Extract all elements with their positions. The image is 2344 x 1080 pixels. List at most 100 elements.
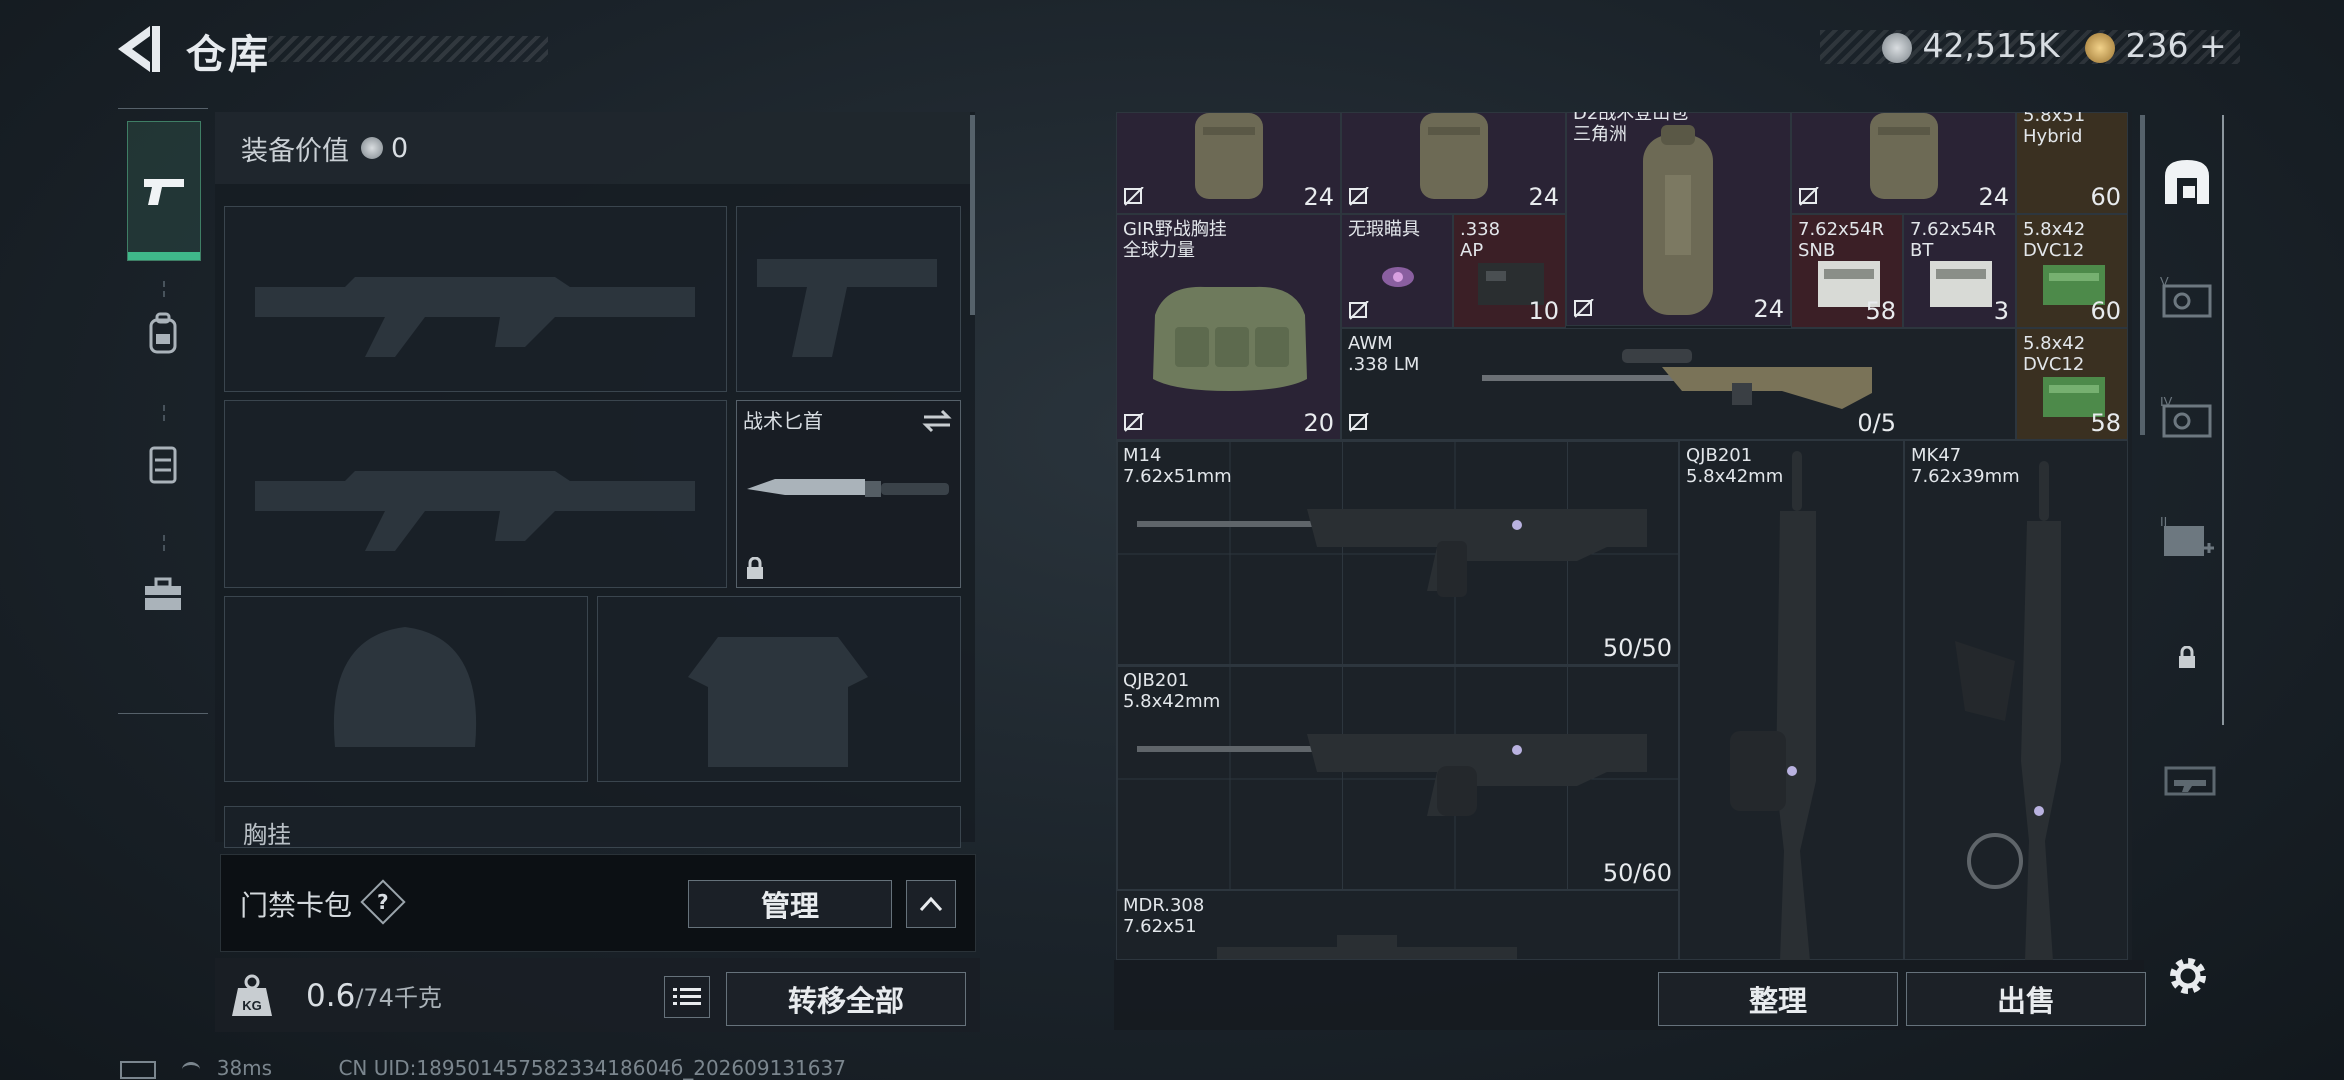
chest-rig-slot[interactable]: 胸挂 xyxy=(224,806,961,848)
primary-weapon-slot-2[interactable] xyxy=(224,400,727,588)
back-arrow-icon xyxy=(118,26,160,72)
storage-scrollbar[interactable] xyxy=(2140,115,2145,435)
carry-weight-current: 0.6 xyxy=(306,978,356,1014)
settings-button[interactable] xyxy=(2162,950,2214,1002)
backpack-item-icon xyxy=(1870,113,1938,199)
chest-rig-label: 胸挂 xyxy=(243,821,291,848)
chest-rig-icon xyxy=(149,446,177,484)
rifle-icon xyxy=(1217,935,1517,959)
rail-tab-toolbox[interactable] xyxy=(118,529,208,659)
page-title: 仓库 xyxy=(186,32,270,78)
armor-slot[interactable] xyxy=(597,596,961,782)
helmet-slot[interactable] xyxy=(224,596,588,782)
storage-item[interactable]: 7.62x54R BT 3 xyxy=(1903,214,2016,328)
primary-weapon-slot-1[interactable] xyxy=(224,206,727,392)
pistol-icon xyxy=(144,179,184,205)
lock-icon xyxy=(747,557,763,579)
item-count: 50/50 xyxy=(1602,634,1672,662)
battery-icon xyxy=(120,1060,156,1079)
storage-weapon[interactable]: M14 7.62x51mm 50/50 xyxy=(1116,440,1679,665)
storage-weapon[interactable]: MK47 7.62x39mm xyxy=(1904,440,2128,960)
storage-item[interactable]: D2战术登山包 三角洲 24 xyxy=(1566,112,1791,326)
tab-locker-iv[interactable]: IV xyxy=(2152,363,2222,473)
transfer-all-button[interactable]: 转移全部 xyxy=(726,972,966,1026)
sell-button[interactable]: 出售 xyxy=(1906,972,2146,1026)
expand-button[interactable] xyxy=(906,880,956,928)
title-stripe-decoration xyxy=(268,36,548,62)
storage-item[interactable]: 7.62x54R SNB 58 xyxy=(1791,214,1903,328)
tab-locked[interactable] xyxy=(2152,603,2222,713)
storage-item[interactable]: 5.8x42 DVC12 58 xyxy=(2016,328,2128,440)
gold-currency[interactable]: 236 + xyxy=(2085,26,2227,65)
storage-item[interactable]: 24 xyxy=(1116,112,1341,214)
large-backpack-item-icon xyxy=(1643,125,1713,315)
storage-item[interactable]: AWM .338 LM 0/5 xyxy=(1341,328,2016,440)
storage-item[interactable]: 24 xyxy=(1341,112,1566,214)
svg-text:V: V xyxy=(2160,274,2169,289)
tab-locker-ii[interactable]: II xyxy=(2152,483,2222,593)
rail-tab-backpack[interactable] xyxy=(118,269,208,399)
backpack-item-icon xyxy=(1420,113,1488,199)
storage-weapon[interactable]: QJB201 5.8x42mm 50/60 xyxy=(1116,665,1679,890)
item-count: 24 xyxy=(1753,295,1784,323)
sort-button[interactable]: 整理 xyxy=(1658,972,1898,1026)
list-view-button[interactable] xyxy=(664,976,710,1018)
storage-item[interactable]: 5.8x42 DVC12 60 xyxy=(2016,214,2128,328)
svg-text:IV: IV xyxy=(2160,394,2173,409)
manage-button[interactable]: 管理 xyxy=(688,880,892,928)
storage-weapon[interactable]: MDR.308 7.62x51 xyxy=(1116,890,1679,960)
storage-item[interactable]: 24 xyxy=(1791,112,2016,214)
toolbox-icon xyxy=(145,577,181,610)
no-transfer-icon xyxy=(1124,413,1144,432)
storage-tabs: V IV II xyxy=(2152,115,2224,725)
rifle-silhouette-icon xyxy=(255,277,695,357)
carry-weight: 0.6/74千克 xyxy=(306,978,442,1014)
equipment-value-header: 装备价值 0 xyxy=(215,112,970,184)
locker-iv-icon: IV xyxy=(2160,394,2212,438)
equipment-scrollbar[interactable] xyxy=(970,115,975,315)
pistol-silhouette-icon xyxy=(757,259,937,357)
item-count: 3 xyxy=(1993,297,2009,325)
no-transfer-icon xyxy=(1349,187,1369,206)
item-name: .338 AP xyxy=(1460,219,1501,261)
silver-coin-icon xyxy=(1882,32,1912,63)
tab-locker-v[interactable]: V xyxy=(2152,243,2222,353)
item-count: 10 xyxy=(1528,297,1559,325)
no-transfer-icon xyxy=(1349,301,1369,320)
storage-item[interactable]: 无瑕瞄具 xyxy=(1341,214,1453,328)
rail-tab-weapons[interactable] xyxy=(127,121,201,261)
item-count: 58 xyxy=(2090,409,2121,437)
locker-ii-icon: II xyxy=(2160,514,2214,556)
gold-coin-icon xyxy=(2085,32,2115,63)
storage-home-icon xyxy=(2165,160,2209,204)
locked-tab-icon xyxy=(2179,646,2195,668)
no-transfer-icon xyxy=(1124,187,1144,206)
rail-tab-chest-rig[interactable] xyxy=(118,399,208,529)
help-question-mark: ? xyxy=(377,889,389,914)
melee-slot[interactable]: 战术匕首 xyxy=(736,400,961,588)
add-gold-plus[interactable]: + xyxy=(2199,26,2227,65)
chevron-up-icon xyxy=(919,896,943,912)
swap-icon[interactable] xyxy=(922,409,952,433)
item-name: 无瑕瞄具 xyxy=(1348,219,1420,240)
gold-amount: 236 xyxy=(2125,26,2189,65)
item-count: 24 xyxy=(1978,183,2009,211)
rifle-vertical-icon xyxy=(1955,461,2061,960)
storage-item[interactable]: 5.8x51 Hybrid 60 xyxy=(2016,112,2128,214)
storage-item[interactable]: GIR野战胸挂 全球力量 20 xyxy=(1116,214,1341,440)
storage-item[interactable]: .338 AP 10 xyxy=(1453,214,1566,328)
pistol-slot[interactable] xyxy=(736,206,961,392)
tab-storage-home[interactable] xyxy=(2152,127,2222,237)
tab-gun-case[interactable] xyxy=(2160,740,2220,820)
item-count: 58 xyxy=(1865,297,1896,325)
no-transfer-icon xyxy=(1574,299,1594,318)
storage-weapon[interactable]: QJB201 5.8x42mm xyxy=(1679,440,1904,960)
item-count: 20 xyxy=(1303,409,1334,437)
item-name: 5.8x42 DVC12 xyxy=(2023,333,2086,375)
item-name: GIR野战胸挂 全球力量 xyxy=(1123,219,1227,261)
backpack-item-icon xyxy=(1195,113,1263,199)
item-name: AWM .338 LM xyxy=(1348,333,1420,375)
back-button[interactable] xyxy=(112,20,164,78)
gun-case-icon xyxy=(2164,766,2216,796)
silver-amount: 42,515K xyxy=(1922,26,2060,65)
